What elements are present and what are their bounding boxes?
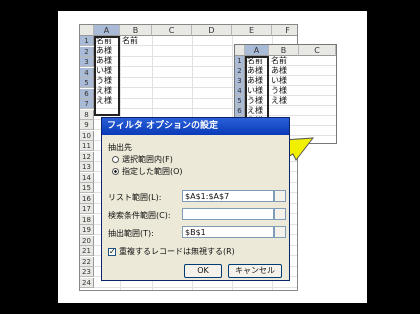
list-range-input[interactable]: $A$1:$A$7 [182,190,274,202]
radio-copy-to-label[interactable]: 指定した範囲(O) [122,166,183,177]
unique-records-checkbox[interactable]: ✓ [108,248,116,256]
dialog-title: フィルタ オプションの設定 [102,118,289,135]
copy-to-label: 抽出範囲(T): [108,229,154,238]
copy-to-picker-icon[interactable] [274,226,286,238]
radio-copy-to[interactable] [112,168,119,175]
radio-in-place-label[interactable]: 選択範囲内(F) [122,154,173,165]
list-range-label: リスト範囲(L): [108,193,162,202]
copy-to-input[interactable]: $B$1 [182,226,274,238]
criteria-range-picker-icon[interactable] [274,208,286,220]
criteria-range-label: 検索条件範囲(C): [108,211,171,220]
cancel-button[interactable]: キャンセル [228,264,282,278]
unique-records-label[interactable]: 重複するレコードは無視する(R) [119,246,235,257]
list-range-picker-icon[interactable] [274,190,286,202]
ok-button[interactable]: OK [184,264,222,278]
filter-options-dialog: フィルタ オプションの設定 抽出先 選択範囲内(F) 指定した範囲(O) リスト… [101,117,290,281]
radio-in-place[interactable] [112,156,119,163]
destination-group-label: 抽出先 [108,143,132,152]
criteria-range-input[interactable] [182,208,274,220]
